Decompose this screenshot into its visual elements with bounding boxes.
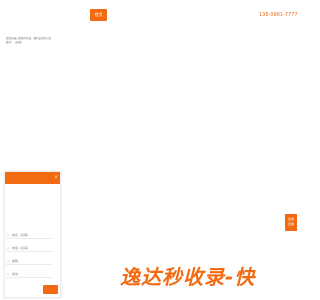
name-field[interactable]: ○ 姓名（必填） <box>6 232 53 239</box>
mail-icon: ○ <box>6 259 10 263</box>
user-icon: ○ <box>6 233 10 237</box>
consult-tab-line2: 咨询 <box>287 222 294 226</box>
form-header-bar: × <box>5 172 60 184</box>
submit-button[interactable] <box>43 285 58 294</box>
header-phone-number: 136-0961-7777 <box>259 12 298 18</box>
name-field-placeholder: 姓名（必填） <box>12 233 31 237</box>
email-field[interactable]: ○ 邮箱 <box>6 258 53 265</box>
nav-home-button[interactable]: 首页 <box>90 9 107 21</box>
note-icon: ○ <box>6 272 10 276</box>
phone-field-placeholder: 电话（必填） <box>12 246 31 250</box>
message-field-placeholder: 留言 <box>12 272 19 276</box>
email-field-placeholder: 邮箱 <box>12 259 19 263</box>
phone-icon: ○ <box>6 246 10 250</box>
phone-field[interactable]: ○ 电话（必填） <box>6 245 53 252</box>
close-icon[interactable]: × <box>54 175 58 179</box>
online-consult-tab[interactable]: 在线 咨询 <box>285 214 297 231</box>
form-description: 请您在输入框填写信息，我们会尽快与您联系！（必填） <box>6 37 52 44</box>
message-field[interactable]: ○ 留言 <box>6 271 53 278</box>
watermark-text: 逸达秒收录-快 <box>120 265 256 289</box>
page: 首页 136-0961-7777 × 请您在输入框填写信息，我们会尽快与您联系！… <box>0 0 300 300</box>
